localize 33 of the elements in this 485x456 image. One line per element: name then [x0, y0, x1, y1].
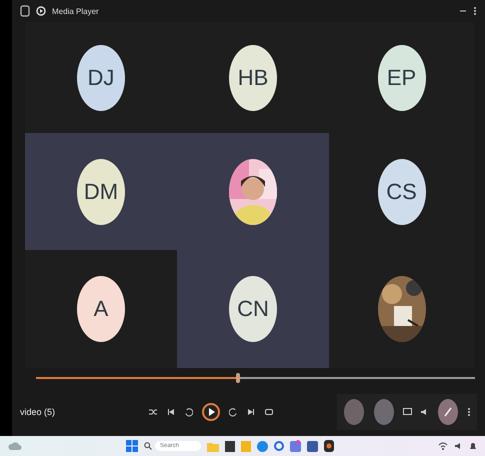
avatar: DM: [77, 158, 125, 224]
more-icon[interactable]: [473, 6, 477, 16]
rewind-icon[interactable]: [184, 408, 193, 416]
window-title: Media Player: [52, 6, 99, 16]
previous-icon[interactable]: [167, 408, 175, 416]
browser-icon[interactable]: [257, 440, 268, 452]
seek-handle[interactable]: [236, 373, 240, 383]
app-icon: [36, 6, 46, 16]
play-button[interactable]: [202, 403, 220, 421]
shuffle-icon[interactable]: [148, 407, 158, 417]
participant-thumbnail-icon: [373, 398, 395, 426]
avatar: DJ: [77, 44, 125, 110]
media-title: video (5): [20, 407, 56, 417]
next-icon[interactable]: [247, 408, 255, 416]
app-icon[interactable]: [225, 440, 235, 452]
app-icon[interactable]: [307, 440, 318, 452]
app-icon[interactable]: [324, 440, 334, 452]
volume-icon[interactable]: [454, 442, 463, 450]
bell-icon[interactable]: [469, 442, 477, 450]
search-icon: [144, 442, 152, 450]
avatar: EP: [378, 44, 426, 110]
wifi-icon[interactable]: [438, 442, 448, 450]
participant-thumbnail-icon: [437, 398, 459, 426]
start-icon[interactable]: [126, 440, 138, 452]
avatar: CN: [229, 276, 277, 342]
avatar: CS: [378, 158, 426, 224]
volume-icon[interactable]: [420, 408, 429, 416]
more-icon[interactable]: [467, 407, 471, 417]
participant-thumbnail-icon: [343, 398, 365, 426]
forward-icon[interactable]: [229, 408, 238, 416]
avatar: A: [77, 276, 125, 342]
avatar: HB: [229, 44, 277, 110]
play-icon: [206, 407, 216, 417]
